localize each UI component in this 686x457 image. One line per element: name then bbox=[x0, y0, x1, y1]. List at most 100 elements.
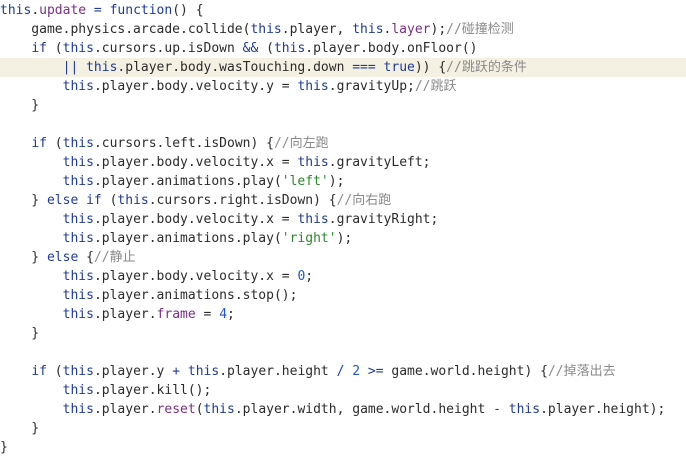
code-token: .player. bbox=[93, 402, 157, 417]
code-token: this bbox=[62, 288, 94, 303]
code-token: .gravityUp; bbox=[328, 79, 415, 94]
code-line[interactable]: this.player.body.velocity.x = 0; bbox=[0, 267, 686, 286]
code-line[interactable]: this.player.animations.stop(); bbox=[0, 286, 686, 305]
code-line[interactable]: this.player.animations.play('right'); bbox=[0, 229, 686, 248]
code-editor[interactable]: this.update = function() { game.physics.… bbox=[0, 0, 686, 457]
code-line[interactable]: if (this.cursors.up.isDown && (this.play… bbox=[0, 39, 686, 58]
code-line[interactable]: this.player.body.velocity.x = this.gravi… bbox=[0, 153, 686, 172]
code-line[interactable]: } bbox=[0, 419, 686, 438]
code-token: this bbox=[62, 41, 94, 56]
code-token: game.world.height) { bbox=[383, 364, 548, 379]
code-token: game.physics.arcade.collide( bbox=[0, 22, 251, 37]
code-token: .player.body.onFloor() bbox=[305, 41, 478, 56]
code-token: { bbox=[78, 250, 94, 265]
code-token: .cursors.up.isDown bbox=[93, 41, 243, 56]
code-token: this bbox=[297, 79, 329, 94]
code-token: = bbox=[86, 3, 110, 18]
code-token: this bbox=[0, 3, 32, 18]
code-token: this bbox=[297, 212, 329, 227]
code-line[interactable]: if (this.cursors.left.isDown) {//向左跑 bbox=[0, 134, 686, 153]
code-token: === bbox=[352, 60, 376, 75]
code-token: ( bbox=[195, 402, 204, 417]
code-token: //向右跑 bbox=[336, 193, 392, 208]
code-token: this bbox=[62, 383, 94, 398]
code-line[interactable]: this.player.kill(); bbox=[0, 381, 686, 400]
code-token: //碰撞检测 bbox=[446, 22, 514, 37]
code-token: else if bbox=[46, 193, 102, 208]
code-line[interactable]: this.update = function() { bbox=[0, 1, 686, 20]
code-line[interactable]: this.player.animations.play('left'); bbox=[0, 172, 686, 191]
code-token: } bbox=[0, 193, 47, 208]
code-token: .player.body.wasTouching.down bbox=[117, 60, 353, 75]
code-token: .player.body.velocity.x = bbox=[93, 269, 298, 284]
code-token: .player.animations.play( bbox=[93, 231, 282, 246]
code-line[interactable]: } bbox=[0, 96, 686, 115]
code-token: && bbox=[242, 41, 259, 56]
code-token: update bbox=[39, 3, 87, 18]
code-line[interactable]: } else {//静止 bbox=[0, 248, 686, 267]
code-token: } bbox=[0, 440, 8, 455]
code-line[interactable]: this.player.body.velocity.x = this.gravi… bbox=[0, 210, 686, 229]
code-line[interactable] bbox=[0, 343, 686, 362]
code-token: .player.body.velocity.x = bbox=[93, 212, 298, 227]
code-line[interactable]: || this.player.body.wasTouching.down ===… bbox=[0, 58, 686, 77]
code-token: 'left' bbox=[281, 174, 329, 189]
code-line[interactable] bbox=[0, 115, 686, 134]
code-line[interactable]: } bbox=[0, 324, 686, 343]
code-token: ( bbox=[46, 136, 63, 151]
code-token: this bbox=[62, 402, 94, 417]
code-token: //跳跃 bbox=[414, 79, 457, 94]
code-token: function bbox=[109, 3, 173, 18]
code-token: this bbox=[62, 231, 94, 246]
code-token: ( bbox=[46, 41, 63, 56]
code-token: .player.width, game.world.height bbox=[234, 402, 494, 417]
code-token: } bbox=[0, 326, 40, 341]
code-token: //静止 bbox=[93, 250, 136, 265]
code-line[interactable]: game.physics.arcade.collide(this.player,… bbox=[0, 20, 686, 39]
code-token: 4 bbox=[219, 307, 228, 322]
code-token: layer bbox=[391, 22, 431, 37]
code-token: ( bbox=[258, 41, 274, 56]
code-token: .player.height bbox=[219, 364, 337, 379]
code-token: reset bbox=[156, 402, 196, 417]
code-token: ( bbox=[101, 193, 118, 208]
code-token: .player.animations.stop(); bbox=[93, 288, 298, 303]
code-token: true bbox=[383, 60, 415, 75]
code-line[interactable]: } else if (this.cursors.right.isDown) {/… bbox=[0, 191, 686, 210]
code-token: ); bbox=[336, 231, 353, 246]
code-token: ( bbox=[46, 364, 63, 379]
code-token: this bbox=[250, 22, 282, 37]
code-line[interactable]: this.player.reset(this.player.width, gam… bbox=[0, 400, 686, 419]
code-token: .player.kill(); bbox=[93, 383, 212, 398]
code-token: - bbox=[493, 402, 501, 417]
code-token: ; bbox=[305, 269, 314, 284]
code-line[interactable]: this.player.frame = 4; bbox=[0, 305, 686, 324]
code-token: this bbox=[203, 402, 235, 417]
code-token: //向左跑 bbox=[273, 136, 329, 151]
code-token: .player.body.velocity.y = bbox=[93, 79, 298, 94]
code-token: this bbox=[62, 174, 94, 189]
code-token: this bbox=[62, 212, 94, 227]
code-token: () { bbox=[172, 3, 204, 18]
code-line[interactable]: if (this.player.y + this.player.height /… bbox=[0, 362, 686, 381]
code-token: 2 bbox=[352, 364, 361, 379]
code-token: >= bbox=[367, 364, 384, 379]
code-token: )) { bbox=[414, 60, 447, 75]
code-token: this bbox=[187, 364, 220, 379]
code-token: = bbox=[195, 307, 220, 322]
code-token: this bbox=[62, 269, 94, 284]
code-line[interactable]: this.player.body.velocity.y = this.gravi… bbox=[0, 77, 686, 96]
code-line[interactable]: } bbox=[0, 438, 686, 457]
